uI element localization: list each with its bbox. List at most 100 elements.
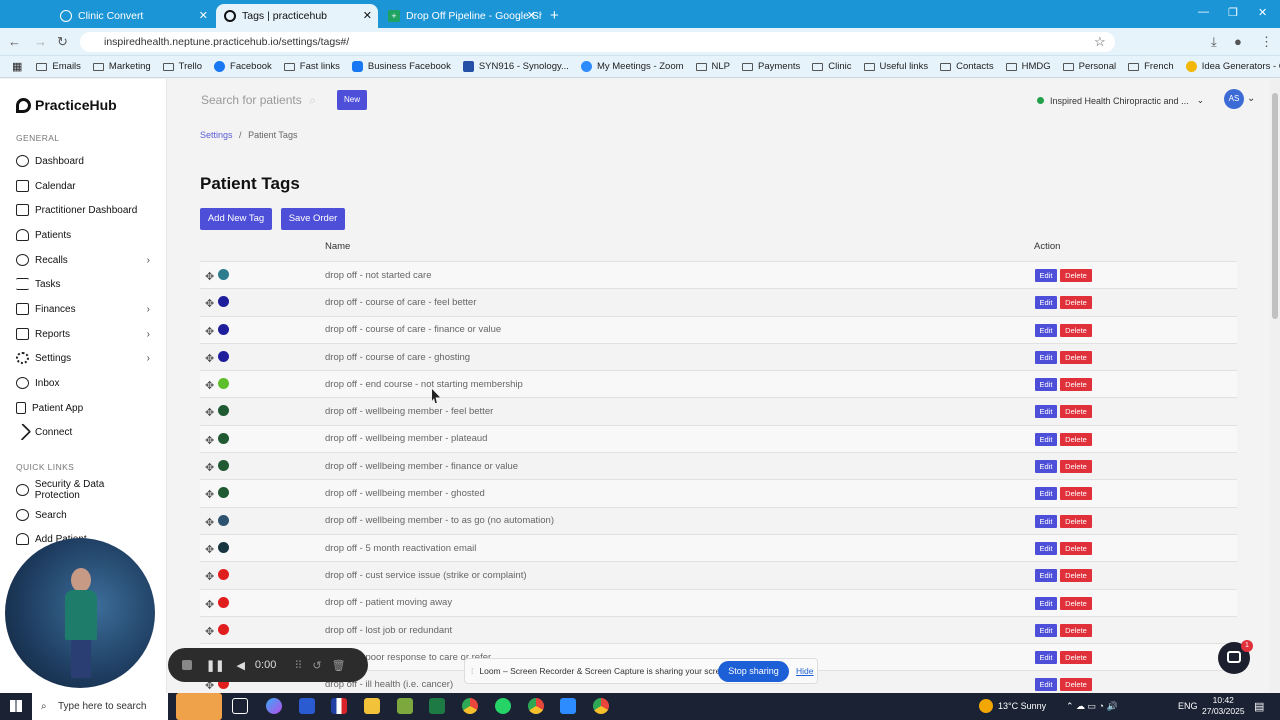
app-icon[interactable] <box>397 698 413 714</box>
bookmark[interactable]: Useful links <box>863 61 928 72</box>
bookmark[interactable]: Facebook <box>214 61 272 72</box>
new-tab-button[interactable]: + <box>550 7 559 24</box>
new-button[interactable]: New <box>337 90 367 110</box>
edit-button[interactable]: Edit <box>1035 541 1057 555</box>
drag-handle-icon[interactable]: ✥ <box>205 570 214 583</box>
breadcrumb-settings[interactable]: Settings <box>200 130 233 140</box>
drag-handle-icon[interactable]: ✥ <box>205 598 214 611</box>
tray-icons[interactable]: ⌃ ☁ ▭ ◔ 🔊 <box>1066 701 1118 712</box>
language-indicator[interactable]: ENG <box>1178 701 1198 711</box>
chrome-active-icon[interactable] <box>593 698 609 714</box>
drag-handle-icon[interactable]: ✥ <box>205 461 214 474</box>
sidebar-item-patients[interactable]: Patients <box>16 225 150 245</box>
delete-button[interactable]: Delete <box>1060 460 1092 474</box>
sidebar-item-tasks[interactable]: Tasks <box>16 274 150 294</box>
notifications-icon[interactable]: ▤ <box>1254 700 1264 713</box>
delete-button[interactable]: Delete <box>1060 432 1092 446</box>
sidebar-item-recalls[interactable]: Recalls › <box>16 250 150 270</box>
delete-button[interactable]: Delete <box>1060 514 1092 528</box>
word-icon[interactable] <box>299 698 315 714</box>
drag-handle-icon[interactable]: ✥ <box>205 325 214 338</box>
zoom-icon[interactable] <box>560 698 576 714</box>
bookmark[interactable]: Personal <box>1062 61 1116 72</box>
clinic-selector[interactable]: Inspired Health Chiropractic and ... ⌄ <box>1037 95 1204 106</box>
sidebar-item-connect[interactable]: Connect <box>13 422 150 442</box>
taskbar-search-input[interactable]: ⌕ Type here to search <box>32 693 168 720</box>
browser-tab-drop-off-pipeline[interactable]: + Drop Off Pipeline - Google She ✕ <box>380 4 542 28</box>
bookmark[interactable]: Payments <box>742 61 800 72</box>
delete-button[interactable]: Delete <box>1060 678 1092 692</box>
delete-button[interactable]: Delete <box>1060 596 1092 610</box>
close-window-icon[interactable]: ✕ <box>1258 6 1267 19</box>
hide-link[interactable]: Hide <box>796 666 813 676</box>
chrome-profile-icon[interactable] <box>528 698 544 714</box>
weather-text[interactable]: 13°C Sunny <box>998 701 1046 711</box>
delete-button[interactable]: Delete <box>1060 350 1092 364</box>
bookmark[interactable]: Fast links <box>283 61 340 72</box>
edit-button[interactable]: Edit <box>1035 569 1057 583</box>
bookmark[interactable]: Emails <box>36 61 81 72</box>
bookmark[interactable]: HMDG <box>1005 61 1051 72</box>
drag-handle-icon[interactable]: ✥ <box>205 543 214 556</box>
sidebar-item-dashboard[interactable]: Dashboard <box>16 151 150 171</box>
quick-link-search[interactable]: Search <box>16 505 150 525</box>
bookmark[interactable]: French <box>1128 61 1174 72</box>
bookmark[interactable]: Business Facebook <box>351 61 451 72</box>
close-icon[interactable]: ✕ <box>199 4 208 28</box>
edit-button[interactable]: Edit <box>1035 350 1057 364</box>
bookmark[interactable]: NLP <box>695 61 730 72</box>
edit-button[interactable]: Edit <box>1035 432 1057 446</box>
sidebar-item-practitioner-dashboard[interactable]: Practitioner Dashboard <box>16 200 150 220</box>
forward-icon[interactable]: → <box>34 34 47 49</box>
drag-handle-icon[interactable]: ✥ <box>205 297 214 310</box>
edit-button[interactable]: Edit <box>1035 460 1057 474</box>
sidebar-item-reports[interactable]: Reports › <box>16 324 150 344</box>
sidebar-item-patient-app[interactable]: Patient App <box>16 398 150 418</box>
sidebar-item-finances[interactable]: Finances › <box>16 299 150 319</box>
download-icon[interactable]: ⤓ <box>1211 34 1217 50</box>
webcam-bubble[interactable] <box>5 538 155 688</box>
widgets-icon[interactable] <box>176 693 222 720</box>
drag-handle-icon[interactable]: ✥ <box>205 434 214 447</box>
support-chat-button[interactable]: 1 <box>1218 640 1253 674</box>
drag-handle-icon[interactable]: ⠿ <box>294 659 302 672</box>
copilot-icon[interactable] <box>266 698 282 714</box>
reload-icon[interactable]: ↻ <box>57 34 68 50</box>
drag-handle-icon[interactable]: ✥ <box>205 379 214 392</box>
bookmark[interactable]: My Meetings - Zoom <box>580 61 684 72</box>
delete-button[interactable]: Delete <box>1060 269 1092 282</box>
bookmark-star-icon[interactable]: ☆ <box>1094 34 1106 50</box>
edit-button[interactable]: Edit <box>1035 405 1057 419</box>
edit-button[interactable]: Edit <box>1035 323 1057 337</box>
delete-button[interactable]: Delete <box>1060 541 1092 555</box>
task-view-icon[interactable] <box>232 698 248 714</box>
bookmark[interactable]: Clinic <box>812 61 852 72</box>
bookmark[interactable]: Idea Generators - C... <box>1185 61 1280 72</box>
drag-handle-icon[interactable]: ✥ <box>205 516 214 529</box>
drag-handle-icon[interactable]: ✥ <box>205 625 214 638</box>
quick-link-security[interactable]: Security & Data Protection <box>16 479 150 501</box>
delete-button[interactable]: Delete <box>1060 651 1092 665</box>
delete-button[interactable]: Delete <box>1060 378 1092 392</box>
menu-icon[interactable]: ⋮ <box>1260 34 1273 50</box>
file-explorer-icon[interactable] <box>364 698 380 714</box>
edit-button[interactable]: Edit <box>1035 269 1057 282</box>
patient-search-input[interactable]: Search for patients ⌕ <box>201 93 316 108</box>
delete-button[interactable]: Delete <box>1060 569 1092 583</box>
save-order-button[interactable]: Save Order <box>281 208 345 230</box>
edit-button[interactable]: Edit <box>1035 596 1057 610</box>
bookmark[interactable]: Contacts <box>940 61 994 72</box>
add-new-tag-button[interactable]: Add New Tag <box>200 208 272 230</box>
rewind-icon[interactable]: ◀ <box>236 659 244 672</box>
browser-tab-tags[interactable]: Tags | practicehub ✕ <box>216 4 378 28</box>
sidebar-item-calendar[interactable]: Calendar <box>16 176 150 196</box>
url-input[interactable]: inspiredhealth.neptune.practicehub.io/se… <box>80 32 1115 52</box>
drag-handle-icon[interactable]: ✥ <box>205 352 214 365</box>
profile-icon[interactable]: ● <box>1234 34 1242 49</box>
trash-icon[interactable]: 🗑 <box>332 659 346 672</box>
page-scrollbar[interactable] <box>1270 79 1280 693</box>
maximize-icon[interactable]: ❐ <box>1228 6 1238 19</box>
scrollbar-thumb[interactable] <box>1272 93 1278 319</box>
chevron-down-icon[interactable]: ⌄ <box>1247 93 1255 104</box>
edit-button[interactable]: Edit <box>1035 514 1057 528</box>
